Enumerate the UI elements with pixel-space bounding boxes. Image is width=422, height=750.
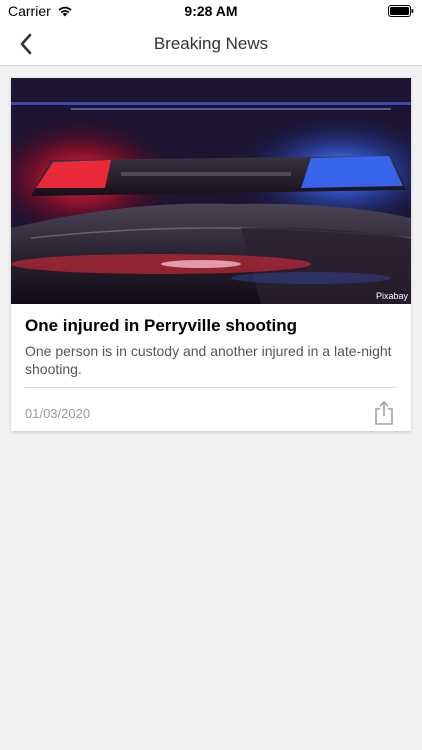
article-body: One injured in Perryville shooting One p…: [11, 304, 411, 438]
article-date: 01/03/2020: [25, 405, 91, 421]
chevron-left-icon: [20, 33, 32, 55]
article-footer: 01/03/2020: [25, 388, 397, 438]
battery-icon: [388, 5, 414, 17]
article-image[interactable]: Pixabay: [11, 78, 411, 304]
article-card[interactable]: Pixabay One injured in Perryville shooti…: [11, 78, 411, 431]
page-title: Breaking News: [153, 33, 269, 53]
share-button[interactable]: [371, 400, 397, 426]
status-left: Carrier: [8, 3, 73, 19]
carrier-label: Carrier: [8, 3, 51, 19]
share-icon: [375, 401, 393, 425]
image-credit: Pixabay: [375, 291, 408, 301]
police-lights-illustration: [11, 78, 411, 304]
wifi-icon: [58, 6, 72, 17]
status-bar: Carrier 9:28 AM: [0, 0, 422, 22]
article-summary: One person is in custody and another inj…: [25, 343, 392, 377]
back-button[interactable]: [10, 28, 42, 60]
article-title[interactable]: One injured in Perryville shooting: [25, 316, 397, 336]
status-right: [388, 5, 414, 17]
nav-bar: Breaking News: [0, 22, 422, 66]
